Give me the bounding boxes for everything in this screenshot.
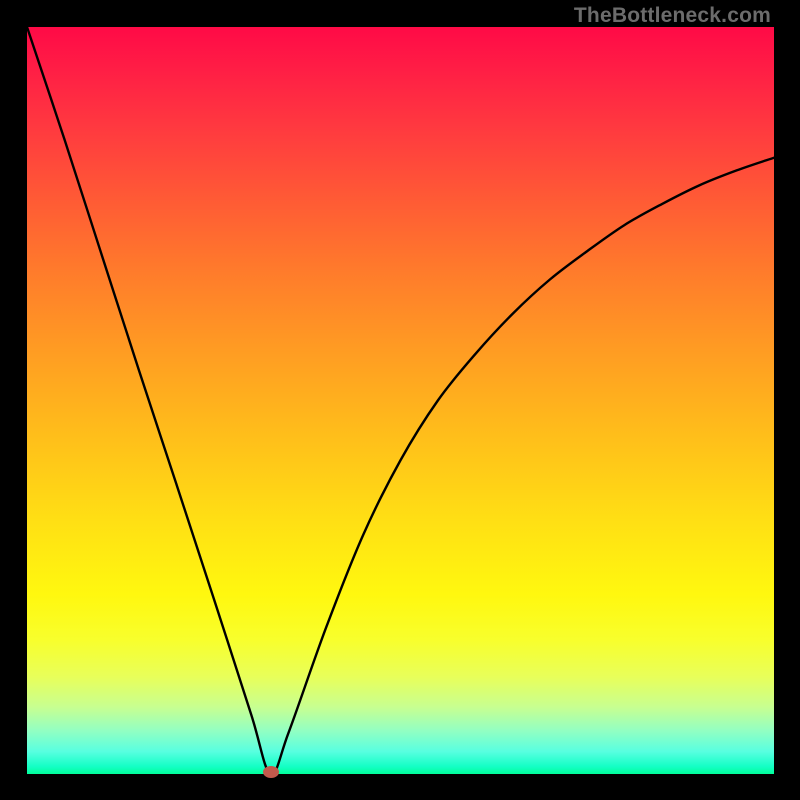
bottleneck-curve	[27, 27, 774, 774]
chart-frame: TheBottleneck.com	[0, 0, 800, 800]
watermark-text: TheBottleneck.com	[574, 4, 771, 28]
plot-area	[27, 27, 774, 774]
optimal-point-marker	[263, 766, 279, 778]
